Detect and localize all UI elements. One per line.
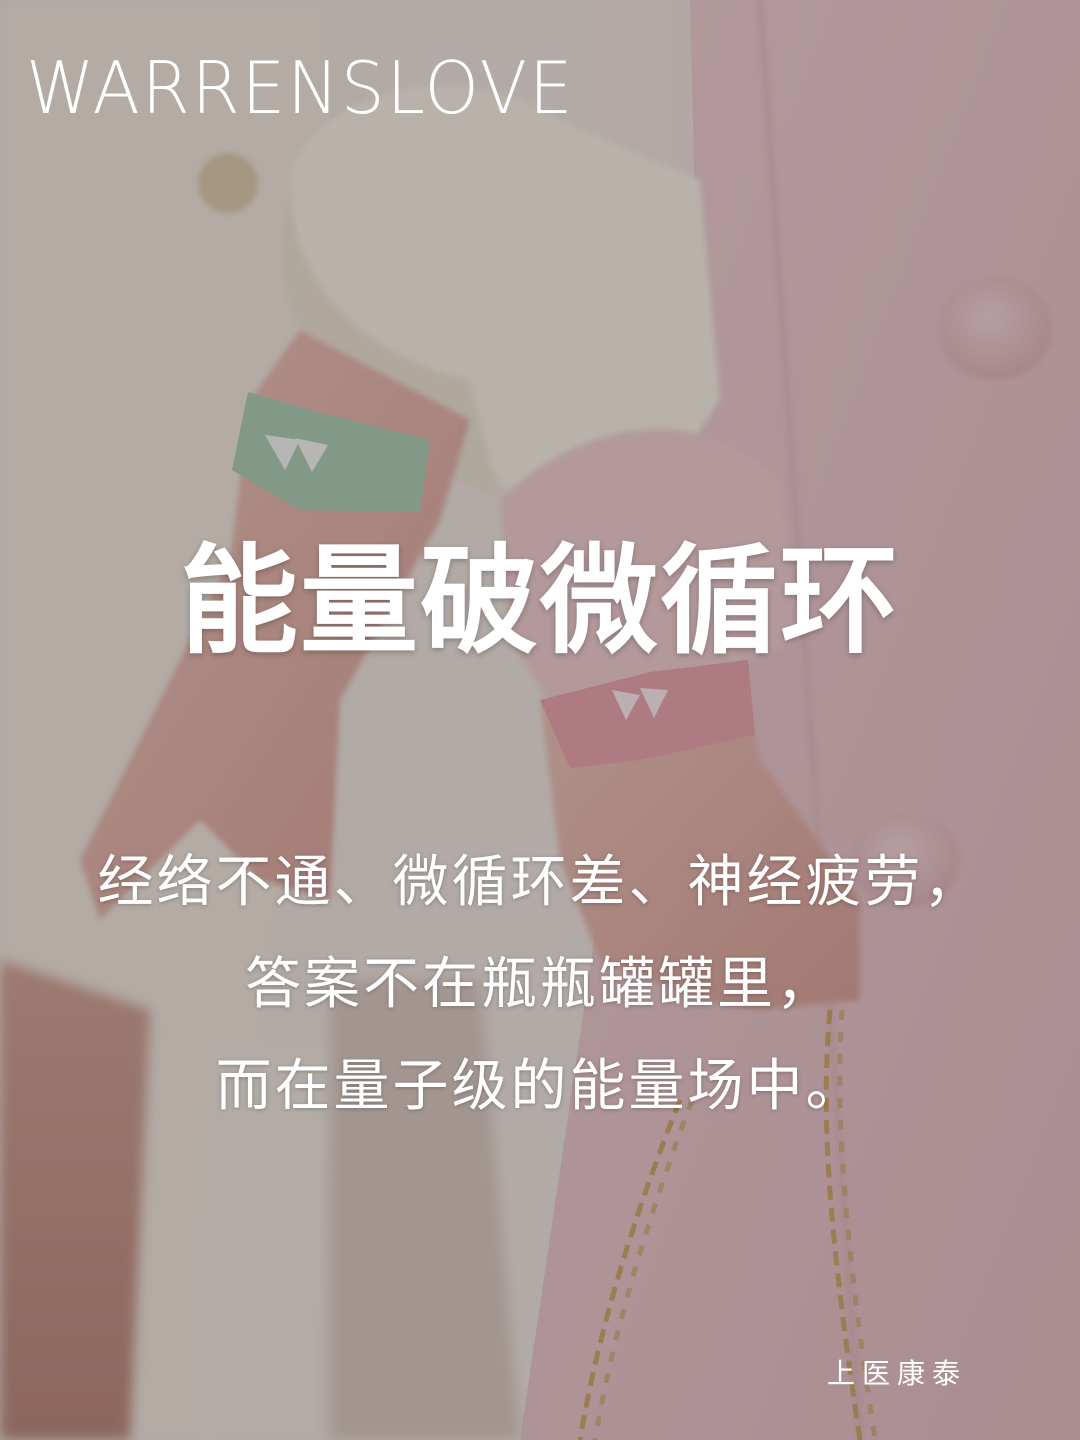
body-line: 答案不在瓶瓶罐罐里， xyxy=(245,952,835,1017)
poster: WARRENSLOVE 能量破微循环 经络不通、微循环差、神经疲劳， 答案不在瓶… xyxy=(0,0,1080,1440)
dark-overlay xyxy=(0,0,1080,1440)
body-copy: 经络不通、微循环差、神经疲劳， 答案不在瓶瓶罐罐里， 而在量子级的能量场中。 xyxy=(0,832,1080,1138)
signature: 上医康泰 xyxy=(826,1357,967,1390)
brand-wordmark: WARRENSLOVE xyxy=(26,46,575,130)
headline: 能量破微循环 xyxy=(179,531,900,670)
body-line: 而在量子级的能量场中。 xyxy=(215,1054,865,1119)
body-line: 经络不通、微循环差、神经疲劳， xyxy=(97,850,983,915)
